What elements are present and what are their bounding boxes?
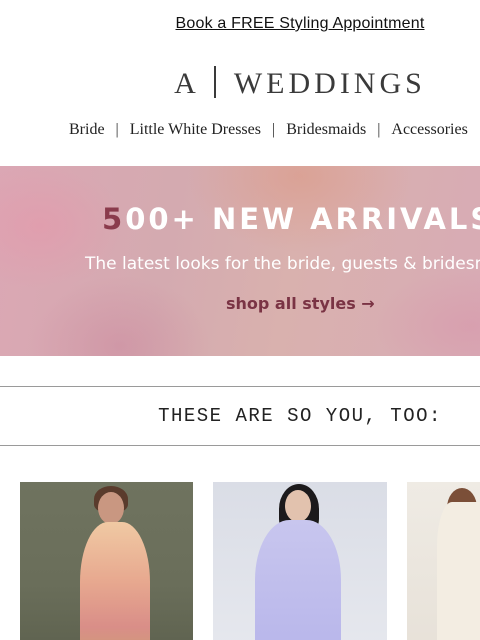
product-card[interactable] (407, 482, 480, 640)
logo-divider (213, 66, 216, 98)
nav-separator: | (377, 121, 381, 138)
hero-banner[interactable]: 500+ NEW ARRIVALS The latest looks for t… (0, 166, 480, 356)
product-image (98, 492, 124, 524)
product-image (437, 502, 480, 640)
product-image (255, 520, 341, 640)
product-image (285, 490, 311, 522)
hero-title-rest: 00+ NEW ARRIVALS (125, 202, 480, 236)
logo-wordmark: WEDDINGS (233, 67, 426, 100)
divider-top (0, 386, 480, 387)
main-nav: Bride | Little White Dresses | Bridesmaids | A… (69, 121, 468, 139)
divider-bottom (0, 445, 480, 446)
brand-logo[interactable]: A WEDDINGS (0, 66, 480, 101)
nav-item-accessories[interactable]: Accessories (391, 121, 467, 139)
shop-all-styles-link[interactable]: shop all styles → (226, 294, 375, 313)
hero-title: 500+ NEW ARRIVALS (102, 202, 480, 236)
product-card[interactable] (20, 482, 193, 640)
product-card[interactable] (213, 482, 387, 640)
section-title: THESE ARE SO YOU, TOO: (158, 405, 442, 427)
product-image (80, 522, 150, 640)
nav-item-bride[interactable]: Bride (69, 121, 105, 139)
hero-title-accent: 5 (102, 202, 126, 236)
nav-separator: | (271, 121, 276, 138)
nav-item-bridesmaids[interactable]: Bridesmaids (286, 121, 366, 139)
book-styling-appointment-link[interactable]: Book a FREE Styling Appointment (0, 15, 480, 33)
hero-subtitle: The latest looks for the bride, guests &… (85, 254, 480, 274)
nav-separator: | (115, 121, 119, 138)
nav-item-little-white-dresses[interactable]: Little White Dresses (130, 121, 261, 139)
logo-letter: A (174, 67, 200, 100)
